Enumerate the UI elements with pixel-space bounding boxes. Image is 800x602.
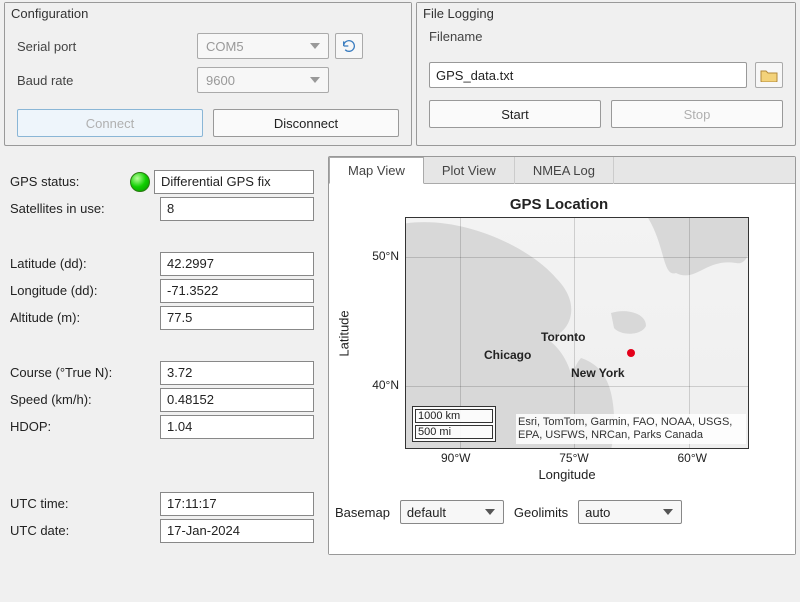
tab-plot-view[interactable]: Plot View (424, 157, 515, 184)
map-view-body: GPS Location Latitude 50°N 40°N (329, 184, 795, 554)
baud-rate-label: Baud rate (17, 73, 197, 88)
hdop-label: HDOP: (10, 419, 160, 434)
filename-label: Filename (429, 29, 783, 44)
file-logging-panel: File Logging Filename GPS_data.txt Start… (416, 2, 796, 146)
map-attribution: Esri, TomTom, Garmin, FAO, NOAA, USGS, E… (516, 414, 746, 444)
latitude-label: Latitude (dd): (10, 256, 160, 271)
start-button-label: Start (501, 107, 528, 122)
speed-label: Speed (km/h): (10, 392, 160, 407)
course-value: 3.72 (160, 361, 314, 385)
longitude-label: Longitude (dd): (10, 283, 160, 298)
tab-nmea-log[interactable]: NMEA Log (515, 157, 614, 184)
serial-port-label: Serial port (17, 39, 197, 54)
geolimits-select[interactable]: auto (578, 500, 682, 524)
basemap-select[interactable]: default (400, 500, 504, 524)
course-label: Course (°True N): (10, 365, 160, 380)
city-label-newyork: New York (571, 366, 625, 380)
file-logging-title: File Logging (417, 3, 795, 23)
config-title: Configuration (5, 3, 411, 23)
xtick-90w: 90°W (441, 451, 470, 465)
gps-fix-point (627, 349, 635, 357)
filename-value: GPS_data.txt (436, 68, 513, 83)
geolimits-label: Geolimits (514, 505, 568, 520)
basemap-label: Basemap (335, 505, 390, 520)
city-label-toronto: Toronto (541, 330, 585, 344)
gps-status-led (130, 172, 150, 192)
baud-rate-dropdown[interactable]: 9600 (197, 67, 329, 93)
hdop-value: 1.04 (160, 415, 314, 439)
speed-value: 0.48152 (160, 388, 314, 412)
gps-status-panel: GPS status: Differential GPS fix Satelli… (4, 154, 324, 555)
tab-strip: Map View Plot View NMEA Log (329, 157, 795, 184)
xtick-75w: 75°W (559, 451, 588, 465)
refresh-icon (341, 38, 357, 54)
utc-date-label: UTC date: (10, 523, 160, 538)
folder-icon (760, 68, 778, 82)
satellites-value: 8 (160, 197, 314, 221)
disconnect-button-label: Disconnect (274, 116, 338, 131)
map-scale-bar: 1000 km 500 mi (412, 406, 496, 442)
altitude-value: 77.5 (160, 306, 314, 330)
browse-button[interactable] (755, 62, 783, 88)
utc-time-label: UTC time: (10, 496, 160, 511)
ytick-50n: 50°N (372, 249, 399, 263)
gps-status-value: Differential GPS fix (154, 170, 314, 194)
map-ylabel: Latitude (333, 217, 355, 449)
xtick-60w: 60°W (678, 451, 707, 465)
tab-map-view[interactable]: Map View (329, 157, 424, 184)
utc-date-value: 17-Jan-2024 (160, 519, 314, 543)
stop-button-label: Stop (684, 107, 711, 122)
altitude-label: Altitude (m): (10, 310, 160, 325)
gps-status-label: GPS status: (10, 174, 130, 189)
tab-panel: Map View Plot View NMEA Log GPS Location… (328, 156, 796, 555)
refresh-ports-button[interactable] (335, 33, 363, 59)
map-xlabel: Longitude (395, 467, 739, 482)
map-title: GPS Location (333, 196, 785, 213)
satellites-label: Satellites in use: (10, 201, 160, 216)
connect-button[interactable]: Connect (17, 109, 203, 137)
latitude-value: 42.2997 (160, 252, 314, 276)
city-label-chicago: Chicago (484, 348, 531, 362)
disconnect-button[interactable]: Disconnect (213, 109, 399, 137)
config-panel: Configuration Serial port COM5 Baud rate… (4, 2, 412, 146)
serial-port-dropdown[interactable]: COM5 (197, 33, 329, 59)
longitude-value: -71.3522 (160, 279, 314, 303)
ytick-40n: 40°N (372, 378, 399, 392)
baud-rate-value: 9600 (206, 73, 235, 88)
start-logging-button[interactable]: Start (429, 100, 601, 128)
utc-time-value: 17:11:17 (160, 492, 314, 516)
serial-port-value: COM5 (206, 39, 244, 54)
stop-logging-button[interactable]: Stop (611, 100, 783, 128)
map-plot[interactable]: Toronto Chicago New York 1000 km 500 mi … (405, 217, 749, 449)
filename-input[interactable]: GPS_data.txt (429, 62, 747, 88)
connect-button-label: Connect (86, 116, 134, 131)
